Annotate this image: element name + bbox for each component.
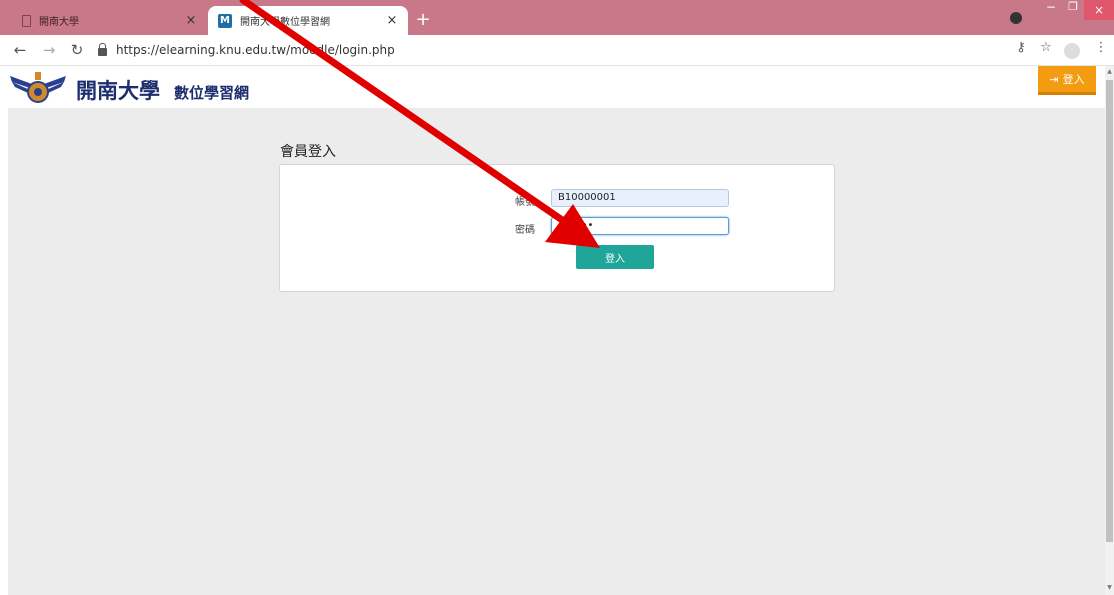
scrollbar-thumb[interactable] <box>1106 80 1113 542</box>
maximize-button[interactable]: ❐ <box>1062 0 1084 18</box>
lock-icon <box>98 43 107 56</box>
password-field[interactable]: •••••• <box>551 217 729 235</box>
header-login-label: 登入 <box>1062 73 1085 86</box>
tab-title: 開南大學 <box>39 17 79 28</box>
page-title: 會員登入 <box>280 144 336 160</box>
tab-elearning[interactable]: M 開南大學數位學習網 × <box>208 6 408 35</box>
browser-tab-strip: 開南大學 × M 開南大學數位學習網 × + − ❐ × <box>0 0 1114 35</box>
university-emblem-icon[interactable] <box>8 68 68 108</box>
brand-name[interactable]: 開南大學 <box>76 75 160 105</box>
close-tab-icon[interactable]: × <box>382 13 402 28</box>
new-tab-button[interactable]: + <box>413 9 433 30</box>
forward-icon[interactable]: → <box>39 40 59 60</box>
minimize-button[interactable]: − <box>1040 0 1062 18</box>
bookmark-star-icon[interactable]: ☆ <box>1036 40 1056 55</box>
close-tab-icon[interactable]: × <box>181 13 201 28</box>
scroll-down-icon[interactable]: ▼ <box>1105 584 1114 594</box>
scroll-up-icon[interactable]: ▲ <box>1105 68 1114 78</box>
submit-button[interactable]: 登入 <box>576 245 654 269</box>
login-card: 帳號 B10000001 密碼 •••••• 登入 <box>279 164 835 292</box>
window-close-button[interactable]: × <box>1084 0 1114 20</box>
url-text[interactable]: https://elearning.knu.edu.tw/moodle/logi… <box>116 43 395 57</box>
reload-icon[interactable]: ↻ <box>67 40 87 60</box>
browser-toolbar: ← → ↻ https://elearning.knu.edu.tw/moodl… <box>0 35 1114 66</box>
login-icon: ⇥ <box>1049 72 1059 86</box>
document-icon <box>22 14 31 27</box>
tab-knu-home[interactable]: 開南大學 × <box>12 6 207 35</box>
back-icon[interactable]: ← <box>10 40 30 60</box>
address-bar[interactable]: https://elearning.knu.edu.tw/moodle/logi… <box>98 39 998 61</box>
chrome-profile-icon[interactable] <box>1010 12 1022 24</box>
main-content: 會員登入 帳號 B10000001 密碼 •••••• 登入 <box>8 108 1105 595</box>
username-field[interactable]: B10000001 <box>551 189 729 207</box>
key-icon[interactable]: ⚷ <box>1011 40 1031 55</box>
menu-kebab-icon[interactable]: ⋮ <box>1091 40 1111 55</box>
password-label: 密碼 <box>515 225 535 236</box>
tab-title: 開南大學數位學習網 <box>240 17 330 28</box>
page-scrollbar[interactable]: ▲ ▼ <box>1105 66 1114 595</box>
account-icon[interactable] <box>1064 43 1080 59</box>
username-label: 帳號 <box>515 197 535 208</box>
brand-subtitle[interactable]: 數位學習網 <box>174 82 249 103</box>
moodle-favicon-icon: M <box>218 13 232 28</box>
site-header: 開南大學 數位學習網 ⇥ 登入 <box>0 66 1114 108</box>
header-login-button[interactable]: ⇥ 登入 <box>1038 66 1096 95</box>
